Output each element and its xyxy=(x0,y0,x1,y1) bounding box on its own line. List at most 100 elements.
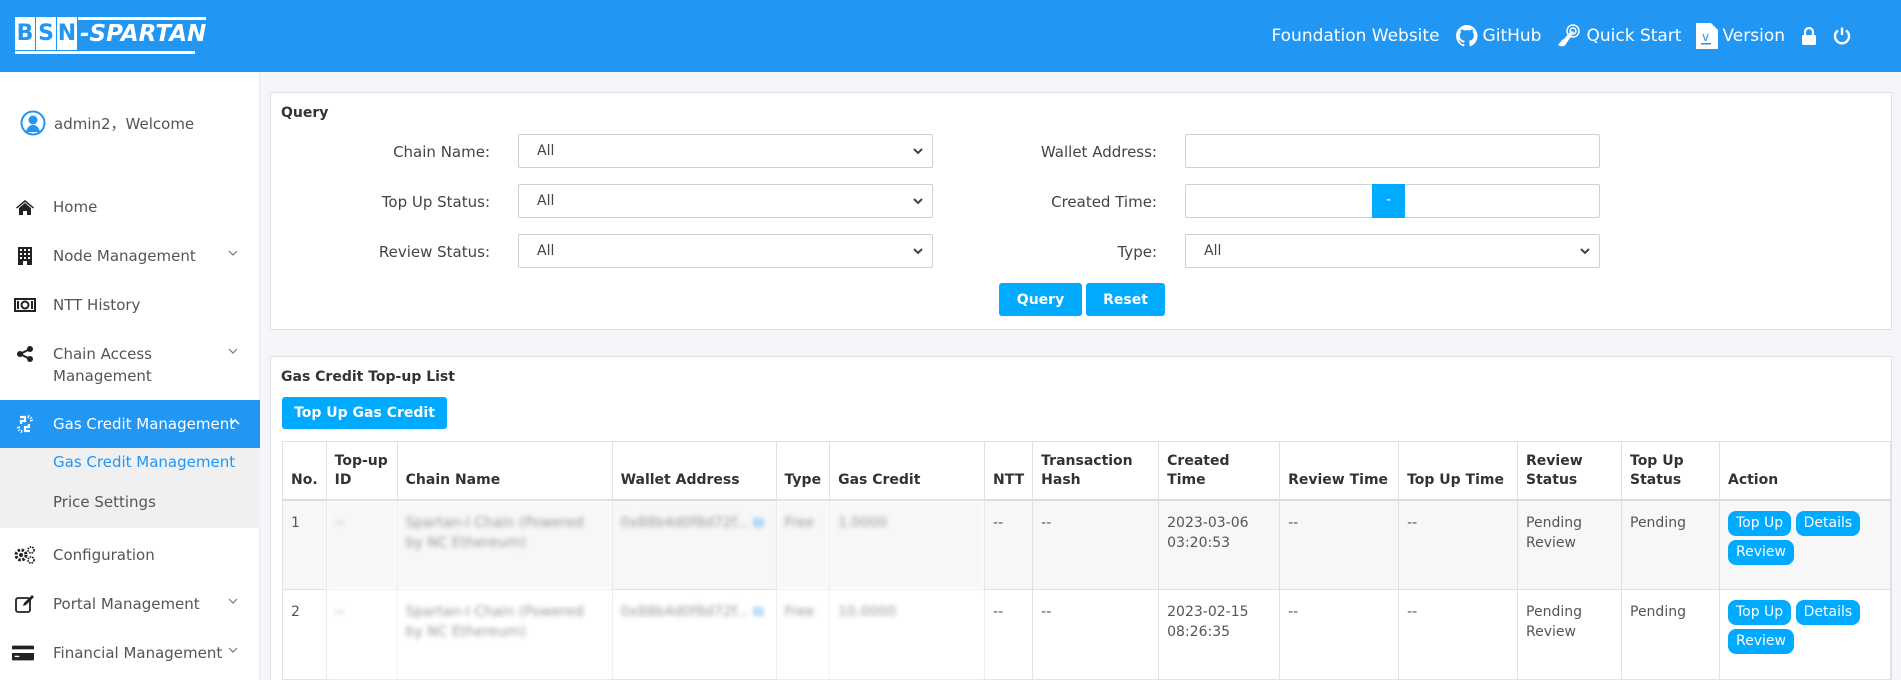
created-time-range: - xyxy=(1185,184,1600,218)
table-header-row: No. Top-up ID Chain Name Wallet Address … xyxy=(282,441,1892,501)
welcome-text: admin2，Welcome xyxy=(54,114,195,133)
cell-topup-time: -- xyxy=(1398,499,1519,590)
review-button[interactable]: Review xyxy=(1727,539,1794,565)
col-header-topup-status: Top Up Status xyxy=(1621,441,1720,501)
sidebar-item-configuration[interactable]: Configuration xyxy=(0,544,260,568)
building-icon xyxy=(14,245,36,267)
quick-start-link[interactable]: Quick Start xyxy=(1556,23,1681,49)
logout-button[interactable] xyxy=(1833,27,1851,45)
credit-card-icon xyxy=(12,642,34,664)
foundation-website-label: Foundation Website xyxy=(1271,26,1440,46)
sidebar-item-label: Configuration xyxy=(53,546,155,564)
version-link[interactable]: v Version xyxy=(1696,23,1785,49)
col-header-no: No. xyxy=(282,441,327,501)
top-header: B S N -SPARTAN Foundation Website GitHub… xyxy=(0,0,1901,72)
cell-created-time: 2023-02-15 08:26:35 xyxy=(1158,589,1281,680)
type-select[interactable]: All xyxy=(1185,234,1600,268)
chevron-down-icon xyxy=(1580,248,1590,255)
version-label: Version xyxy=(1722,26,1785,46)
cell-review-status: Pending Review xyxy=(1517,589,1622,680)
cell-review-status: Pending Review xyxy=(1517,499,1622,590)
sidebar-item-portal-management[interactable]: Portal Management xyxy=(0,593,260,617)
reset-button[interactable]: Reset xyxy=(1086,283,1165,316)
details-button[interactable]: Details xyxy=(1795,510,1861,536)
topup-status-label: Top Up Status: xyxy=(381,193,490,211)
edit-icon xyxy=(14,593,36,615)
chevron-down-icon xyxy=(228,593,238,607)
chevron-down-icon xyxy=(913,148,923,155)
col-header-type: Type xyxy=(775,441,831,501)
sidebar-item-financial-management[interactable]: Financial Management xyxy=(0,642,260,666)
cell-topup-status: Pending xyxy=(1621,499,1720,590)
query-panel: Query Chain Name: All Top Up Status: All… xyxy=(270,92,1892,330)
col-header-topup-time: Top Up Time xyxy=(1398,441,1519,501)
lock-button[interactable] xyxy=(1801,27,1817,45)
cell-tx-hash: -- xyxy=(1032,589,1160,680)
sidebar-item-node-management[interactable]: Node Management xyxy=(0,245,260,269)
top-up-gas-credit-button[interactable]: Top Up Gas Credit xyxy=(282,397,447,429)
link-icon xyxy=(14,413,36,435)
top-up-button[interactable]: Top Up xyxy=(1727,510,1792,536)
cell-topup-id: -- xyxy=(325,589,398,680)
top-up-button[interactable]: Top Up xyxy=(1727,600,1792,625)
touch-icon xyxy=(1558,24,1581,47)
copy-icon[interactable]: ⧉ xyxy=(753,515,763,531)
submenu-item-price-settings[interactable]: Price Settings xyxy=(53,493,156,511)
cell-type: Free xyxy=(775,499,831,590)
details-button[interactable]: Details xyxy=(1795,600,1861,625)
copy-icon[interactable]: ⧉ xyxy=(753,604,763,620)
wallet-address-input[interactable] xyxy=(1185,134,1600,168)
col-header-gas-credit: Gas Credit xyxy=(829,441,986,501)
col-header-transaction-hash: Transaction Hash xyxy=(1032,441,1160,501)
logo-letter: B xyxy=(15,17,35,50)
query-title: Query xyxy=(281,105,329,121)
cell-topup-status: Pending xyxy=(1621,589,1720,680)
sidebar-item-chain-access-management[interactable]: Chain Access Management xyxy=(0,343,260,389)
cell-topup-id: -- xyxy=(325,499,398,590)
review-status-value: All xyxy=(537,243,555,259)
header-nav: Foundation Website GitHub Quick Start v … xyxy=(1256,0,1851,72)
logo-letter: N xyxy=(57,17,77,50)
created-time-start-input[interactable] xyxy=(1186,185,1372,217)
chain-name-label: Chain Name: xyxy=(393,143,490,161)
home-icon xyxy=(14,196,36,218)
bsn-spartan-logo[interactable]: B S N -SPARTAN xyxy=(15,17,207,54)
cell-gas-credit: 10.0000 xyxy=(829,589,986,680)
review-button[interactable]: Review xyxy=(1727,629,1794,654)
chain-name-select[interactable]: All xyxy=(518,134,933,168)
sidebar-item-ntt-history[interactable]: NTT History xyxy=(0,294,260,318)
sidebar-item-home[interactable]: Home xyxy=(0,196,260,220)
cell-tx-hash: -- xyxy=(1032,499,1160,590)
foundation-website-link[interactable]: Foundation Website xyxy=(1271,26,1439,46)
col-header-review-status: Review Status xyxy=(1517,441,1622,501)
table-row: 1 -- Spartan-I Chain (Powered by NC Ethe… xyxy=(282,499,1892,590)
chevron-down-icon xyxy=(228,343,238,357)
created-time-label: Created Time: xyxy=(1051,193,1157,211)
money-icon xyxy=(14,294,36,316)
chevron-down-icon xyxy=(228,642,238,656)
review-status-select[interactable]: All xyxy=(518,234,933,268)
sidebar-item-label: Financial Management xyxy=(53,644,223,662)
query-button[interactable]: Query xyxy=(999,283,1082,316)
cell-chain-name: Spartan-I Chain (Powered by NC Ethereum) xyxy=(396,499,613,590)
list-title: Gas Credit Top-up List xyxy=(281,369,455,385)
cell-review-time: -- xyxy=(1279,499,1400,590)
github-link[interactable]: GitHub xyxy=(1455,24,1541,48)
cell-chain-name: Spartan-I Chain (Powered by NC Ethereum) xyxy=(396,589,613,680)
cell-topup-time: -- xyxy=(1398,589,1519,680)
user-info: admin2，Welcome xyxy=(20,110,194,136)
col-header-topup-id[interactable]: Top-up ID xyxy=(325,441,398,501)
topup-status-select[interactable]: All xyxy=(518,184,933,218)
cell-no: 2 xyxy=(282,589,327,680)
sidebar-item-gas-credit-management[interactable]: Gas Credit Management xyxy=(0,400,260,448)
created-time-end-input[interactable] xyxy=(1405,185,1599,217)
cell-wallet-address: 0x88b4d0f8d72f... ⧉ xyxy=(611,499,777,590)
chevron-down-icon xyxy=(913,198,923,205)
submenu-item-gas-credit-management[interactable]: Gas Credit Management xyxy=(53,453,235,471)
col-header-chain-name: Chain Name xyxy=(396,441,613,501)
logo-text: -SPARTAN xyxy=(78,17,207,50)
wallet-address-label: Wallet Address: xyxy=(1040,143,1157,161)
power-icon xyxy=(1833,27,1851,45)
cell-review-time: -- xyxy=(1279,589,1400,680)
sidebar-item-label: Gas Credit Management xyxy=(53,415,236,433)
